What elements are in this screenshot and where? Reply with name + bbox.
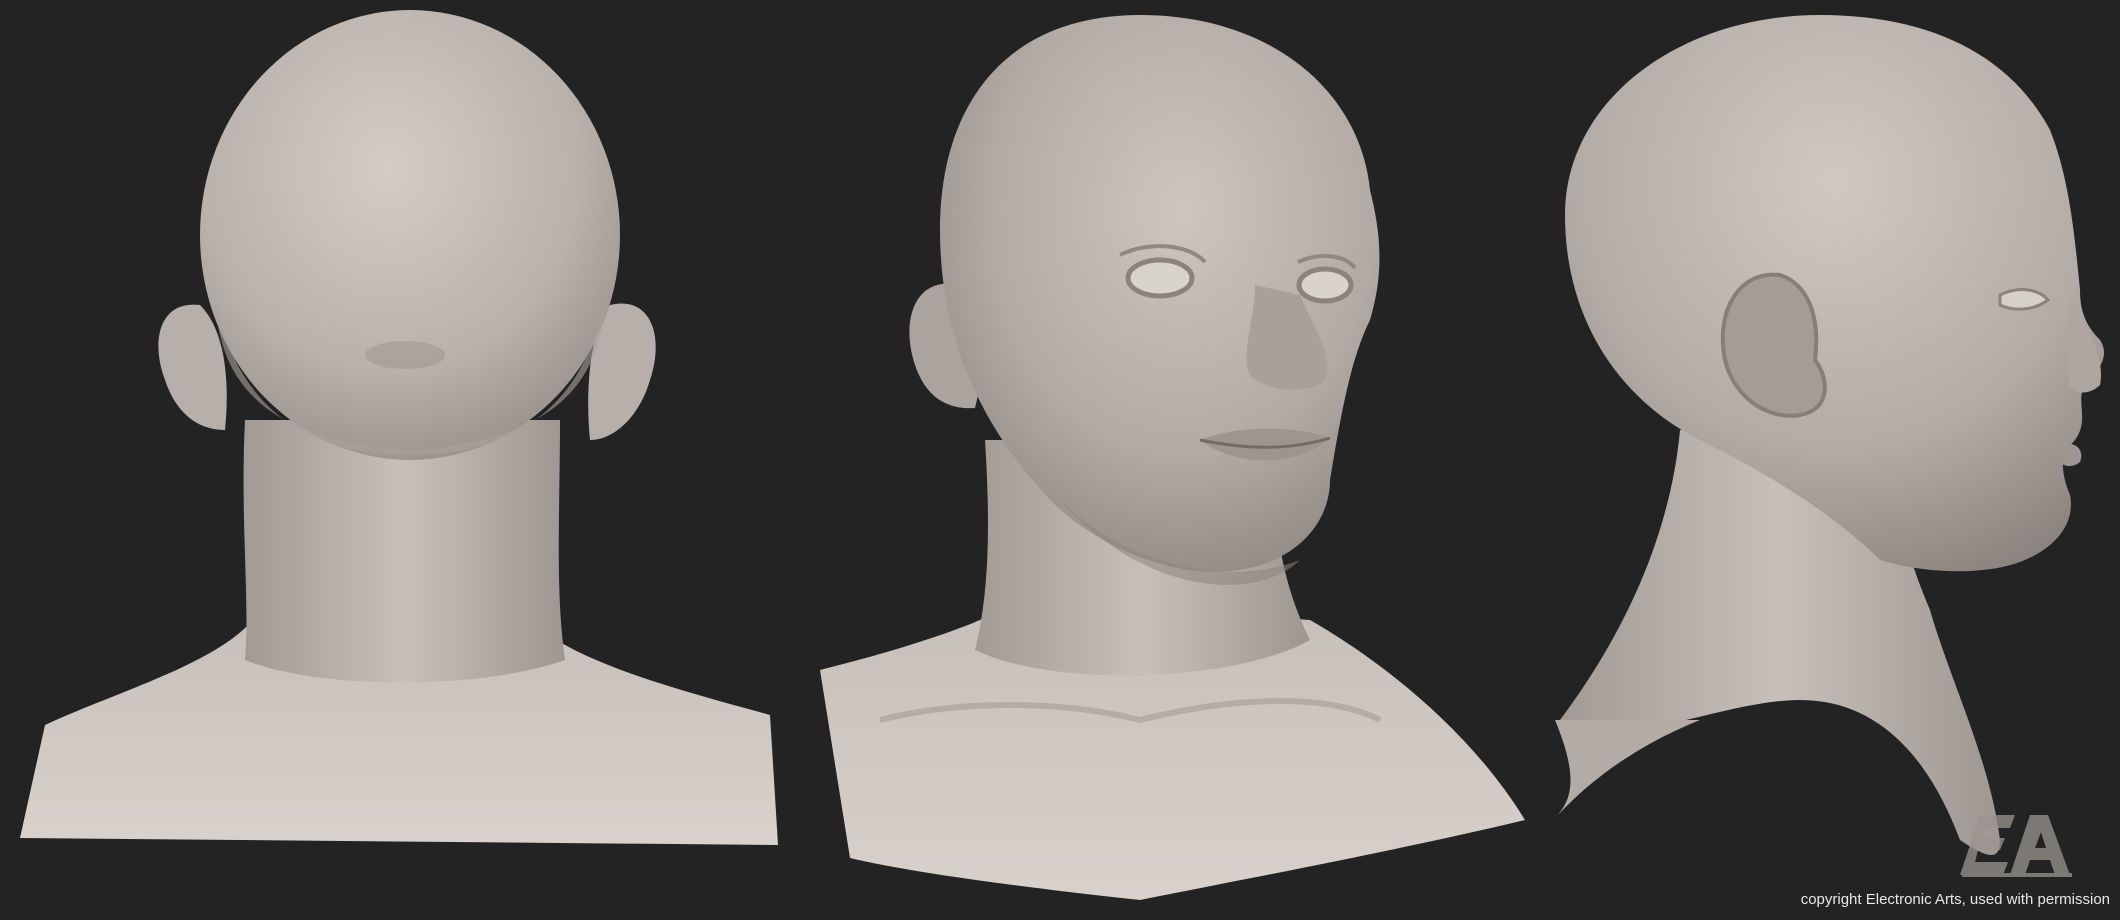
side-mouth [2058,443,2082,467]
head-back-view [20,10,778,845]
head-side-view [1555,15,2105,855]
back-skull [200,10,620,460]
back-left-ear [158,304,227,430]
sculpt-render [20,10,2105,900]
front-right-eye [1296,266,1354,304]
front-left-eye [1125,257,1195,299]
head-three-quarter-view [820,15,1525,900]
render-canvas: copyright Electronic Arts, used with per… [0,0,2120,920]
copyright-notice: copyright Electronic Arts, used with per… [1800,891,2110,908]
